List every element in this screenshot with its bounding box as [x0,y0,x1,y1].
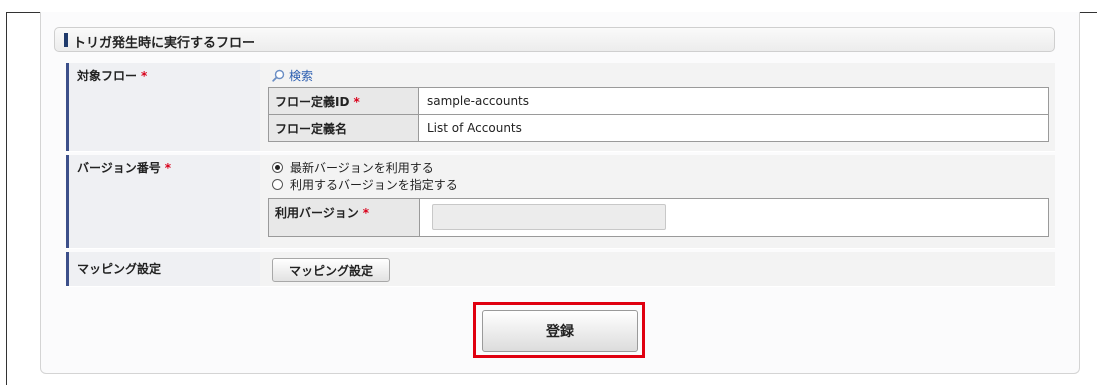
version-label: バージョン番号 [77,161,161,175]
section-header-mark [64,33,68,47]
required-mark: * [141,69,148,83]
target-flow-label-cell: 対象フロー * [66,63,260,151]
mapping-row: マッピング設定 マッピング設定 [66,252,1055,287]
table-row: フロー定義ID * sample-accounts [268,87,1049,115]
required-mark: * [164,161,172,175]
version-value-cell: 最新バージョンを利用する 利用するバージョンを指定する 利用バージョン * [260,155,1055,248]
mapping-settings-button[interactable]: マッピング設定 [272,258,390,282]
target-flow-label: 対象フロー [77,69,138,83]
mapping-label-cell: マッピング設定 [66,252,260,286]
register-button[interactable]: 登録 [482,310,638,352]
use-version-label: 利用バージョン [275,206,359,220]
use-version-box: 利用バージョン * [268,198,1049,237]
use-version-header: 利用バージョン * [269,199,420,236]
table-row: フロー定義名 List of Accounts [268,114,1049,142]
radio-latest-version-label: 最新バージョンを利用する [290,161,434,175]
flow-id-value: sample-accounts [418,87,1049,115]
section-title: トリガ発生時に実行するフロー [73,36,256,51]
mapping-label: マッピング設定 [77,262,162,276]
search-link-label: 検索 [289,69,314,83]
radio-specify-version[interactable]: 利用するバージョンを指定する [272,176,458,193]
required-mark: * [353,94,360,109]
magnifier-icon [272,69,285,82]
radio-button-checked[interactable] [272,162,283,173]
flow-form: 対象フロー* 検索 フロー定義ID* sample-accounts フロー [66,63,1055,287]
use-version-input[interactable] [432,204,666,230]
flow-definition-table: フロー定義ID * sample-accounts フロー定義名 List of … [268,87,1049,142]
flow-name-value: List of Accounts [418,114,1049,142]
section-header: トリガ発生時に実行するフロー [54,27,1055,52]
flow-id-header: フロー定義ID * [268,87,419,115]
target-flow-value-cell: 検索 フロー定義ID * sample-accounts フロー定義名 List … [260,63,1055,151]
required-mark: * [362,206,370,220]
flow-name-header: フロー定義名 [268,114,419,142]
mapping-value-cell: マッピング設定 [260,252,1055,286]
radio-specify-version-label: 利用するバージョンを指定する [290,178,458,192]
version-row: バージョン番号 * 最新バージョンを利用する 利用するバージョンを指定する 利用バ… [66,155,1055,249]
target-flow-row: 対象フロー* 検索 フロー定義ID* sample-accounts フロー [66,63,1055,152]
version-label-cell: バージョン番号 * [66,155,260,248]
radio-latest-version[interactable]: 最新バージョンを利用する [272,159,434,176]
flow-id-header-label: フロー定義ID [275,94,350,109]
search-link[interactable]: 検索 [272,67,313,84]
radio-button[interactable] [272,179,283,190]
